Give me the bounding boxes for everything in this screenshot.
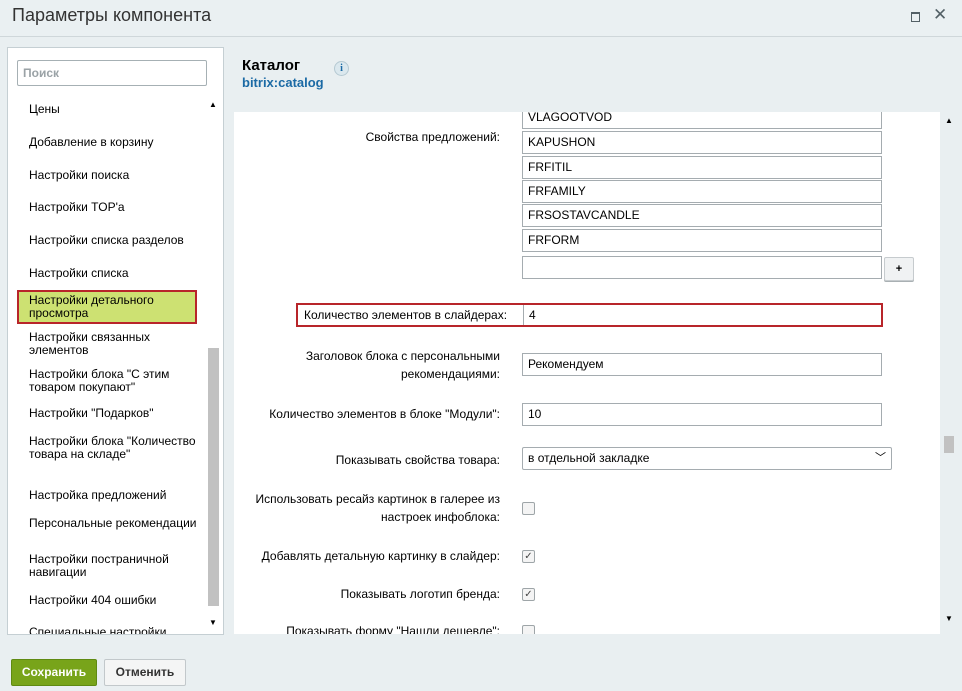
sidebar-item-prices[interactable]: Цены xyxy=(29,103,199,116)
scroll-down-icon[interactable]: ▼ xyxy=(945,614,953,623)
modules-count-label: Количество элементов в блоке "Модули": xyxy=(269,407,500,421)
search-input[interactable] xyxy=(17,60,207,86)
resize-label: Использовать ресайз картинок в галерее и… xyxy=(255,492,500,524)
offer-prop-input[interactable]: VLAGOOTVOD xyxy=(522,112,882,129)
save-button[interactable]: Сохранить xyxy=(11,659,97,686)
show-props-value: в отдельной закладке xyxy=(528,451,650,465)
dialog-titlebar: Параметры компонента ✕ xyxy=(0,0,962,37)
resize-checkbox[interactable] xyxy=(522,502,535,515)
chevron-down-icon: ﹀ xyxy=(875,452,886,464)
slider-count-label: Количество элементов в слайдерах: xyxy=(304,308,508,322)
component-title: Каталог xyxy=(242,57,301,74)
scrollbar-thumb[interactable] xyxy=(208,348,219,606)
sections-list: Цены Добавление в корзину Настройки поис… xyxy=(8,96,208,634)
scroll-up-icon[interactable]: ▲ xyxy=(209,100,217,109)
cancel-button[interactable]: Отменить xyxy=(104,659,186,686)
component-code: bitrix:catalog xyxy=(242,75,324,90)
offer-prop-input[interactable]: KAPUSHON xyxy=(522,131,882,154)
maximize-icon[interactable] xyxy=(909,9,921,23)
close-icon[interactable]: ✕ xyxy=(933,5,947,25)
field-divider xyxy=(523,305,524,325)
offer-prop-input[interactable]: FRFITIL xyxy=(522,156,882,179)
sidebar-item-personal-recommendations[interactable]: Персональные рекомендации xyxy=(29,517,199,530)
sidebar-item-gifts[interactable]: Настройки "Подарков" xyxy=(29,407,199,420)
scroll-down-icon[interactable]: ▼ xyxy=(209,618,217,627)
sidebar-item-list[interactable]: Настройки списка xyxy=(29,267,199,280)
sidebar-item-pagination[interactable]: Настройки постраничной навигации xyxy=(29,553,199,579)
sidebar-item-top-settings[interactable]: Настройки TOP'а xyxy=(29,201,199,214)
offer-prop-input-empty[interactable] xyxy=(522,256,882,279)
sidebar-item-special[interactable]: Специальные настройки xyxy=(29,626,199,635)
brand-logo-checkbox[interactable]: ✓ xyxy=(522,588,535,601)
detail-pic-label: Добавлять детальную картинку в слайдер: xyxy=(261,549,500,563)
sidebar-item-also-bought[interactable]: Настройки блока "С этим товаром покупают… xyxy=(29,368,199,394)
show-props-label: Показывать свойства товара: xyxy=(335,453,500,467)
scroll-up-icon[interactable]: ▲ xyxy=(945,116,953,125)
personal-header-label: Заголовок блока с персональными рекоменд… xyxy=(305,349,500,381)
sidebar-item-section-list[interactable]: Настройки списка разделов xyxy=(29,234,199,247)
personal-header-input[interactable]: Рекомендуем xyxy=(522,353,882,376)
cheaper-label: Показывать форму "Нашли дешевле": xyxy=(286,624,500,634)
offer-props-label: Свойства предложений: xyxy=(365,130,500,144)
form-scrollbar[interactable]: ▲ ▼ xyxy=(941,112,957,632)
scrollbar-thumb[interactable] xyxy=(944,436,954,453)
show-props-select[interactable]: в отдельной закладке ﹀ xyxy=(522,447,892,470)
add-prop-button[interactable]: + xyxy=(884,257,914,281)
sidebar-item-404[interactable]: Настройки 404 ошибки xyxy=(29,594,199,607)
offer-prop-input[interactable]: FRFAMILY xyxy=(522,180,882,203)
sidebar-item-offers[interactable]: Настройка предложений xyxy=(29,489,199,502)
dialog-title: Параметры компонента xyxy=(12,5,212,25)
modules-count-input[interactable]: 10 xyxy=(522,403,882,426)
sidebar-item-search-settings[interactable]: Настройки поиска xyxy=(29,169,199,182)
sidebar-item-add-to-cart[interactable]: Добавление в корзину xyxy=(29,136,199,149)
info-icon[interactable]: i xyxy=(334,61,349,76)
offer-prop-input[interactable]: FRSOSTAVCANDLE xyxy=(522,204,882,227)
sidebar-item-stock[interactable]: Настройки блока "Количество товара на ск… xyxy=(29,435,199,461)
offer-prop-input[interactable]: FRFORM xyxy=(522,229,882,252)
slider-count-row: Количество элементов в слайдерах: 4 xyxy=(296,303,883,327)
sidebar-scrollbar[interactable]: ▲ ▼ xyxy=(206,100,221,632)
sidebar-item-linked-elements[interactable]: Настройки связанных элементов xyxy=(29,331,199,357)
sections-sidebar: Цены Добавление в корзину Настройки поис… xyxy=(7,47,224,635)
cheaper-checkbox[interactable] xyxy=(522,625,535,634)
brand-logo-label: Показывать логотип бренда: xyxy=(340,587,500,601)
slider-count-input[interactable]: 4 xyxy=(529,308,536,322)
detail-pic-checkbox[interactable]: ✓ xyxy=(522,550,535,563)
dialog-footer: Сохранить Отменить xyxy=(0,646,962,691)
parameters-form: Свойства предложений: VLAGOOTVOD KAPUSHO… xyxy=(234,112,940,634)
sidebar-item-detail-view[interactable]: Настройки детального просмотра xyxy=(17,290,197,324)
